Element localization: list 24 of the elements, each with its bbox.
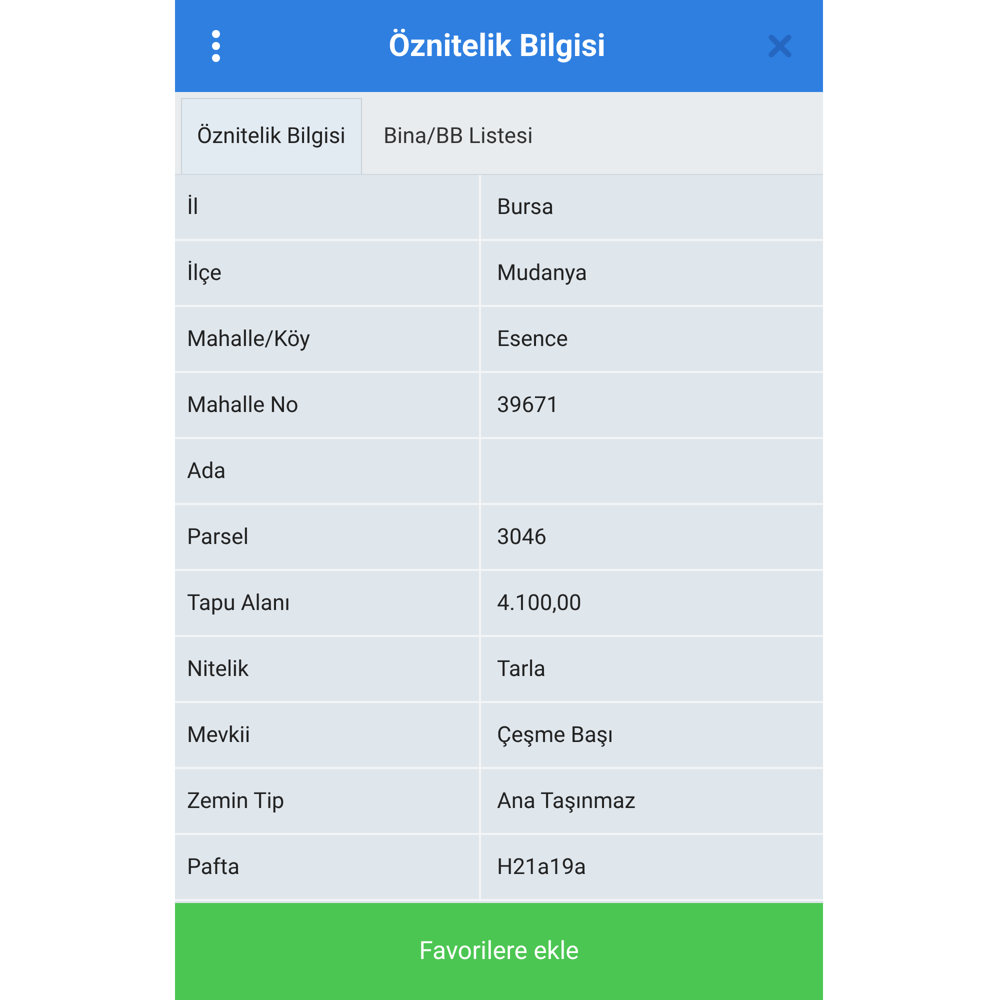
attribute-value: Çeşme Başı: [496, 722, 614, 750]
tab[interactable]: Öznitelik Bilgisi: [181, 98, 362, 174]
attribute-label: İl: [175, 175, 481, 239]
attribute-value: Tarla: [496, 656, 547, 684]
attribute-value: 39671: [496, 392, 560, 420]
attribute-label: Mahalle/Köy: [175, 307, 481, 371]
attribute-label: Nitelik: [175, 637, 481, 701]
tab[interactable]: Bina/BB Listesi: [362, 98, 555, 174]
attribute-label: Ada: [175, 439, 481, 503]
attribute-value: 4.100,00: [496, 590, 582, 618]
attribute-label: Zemin Tip: [175, 769, 481, 833]
attribute-value: Esence: [496, 326, 569, 354]
header-title: Öznitelik Bilgisi: [388, 26, 606, 66]
attribute-label: İlçe: [175, 241, 481, 305]
attribute-value: Mudanya: [496, 260, 588, 288]
attribute-value: 3046: [496, 524, 548, 552]
attribute-value: Ana Taşınmaz: [496, 788, 636, 816]
attribute-label: Tapu Alanı: [175, 571, 481, 635]
attribute-label: Parsel: [175, 505, 481, 569]
attribute-value: Bursa: [496, 194, 555, 222]
attribute-label: Pafta: [175, 835, 481, 899]
attribute-label: Mevkii: [175, 703, 481, 767]
attribute-label: Mahalle No: [175, 373, 481, 437]
attribute-value: H21a19a: [496, 854, 588, 882]
